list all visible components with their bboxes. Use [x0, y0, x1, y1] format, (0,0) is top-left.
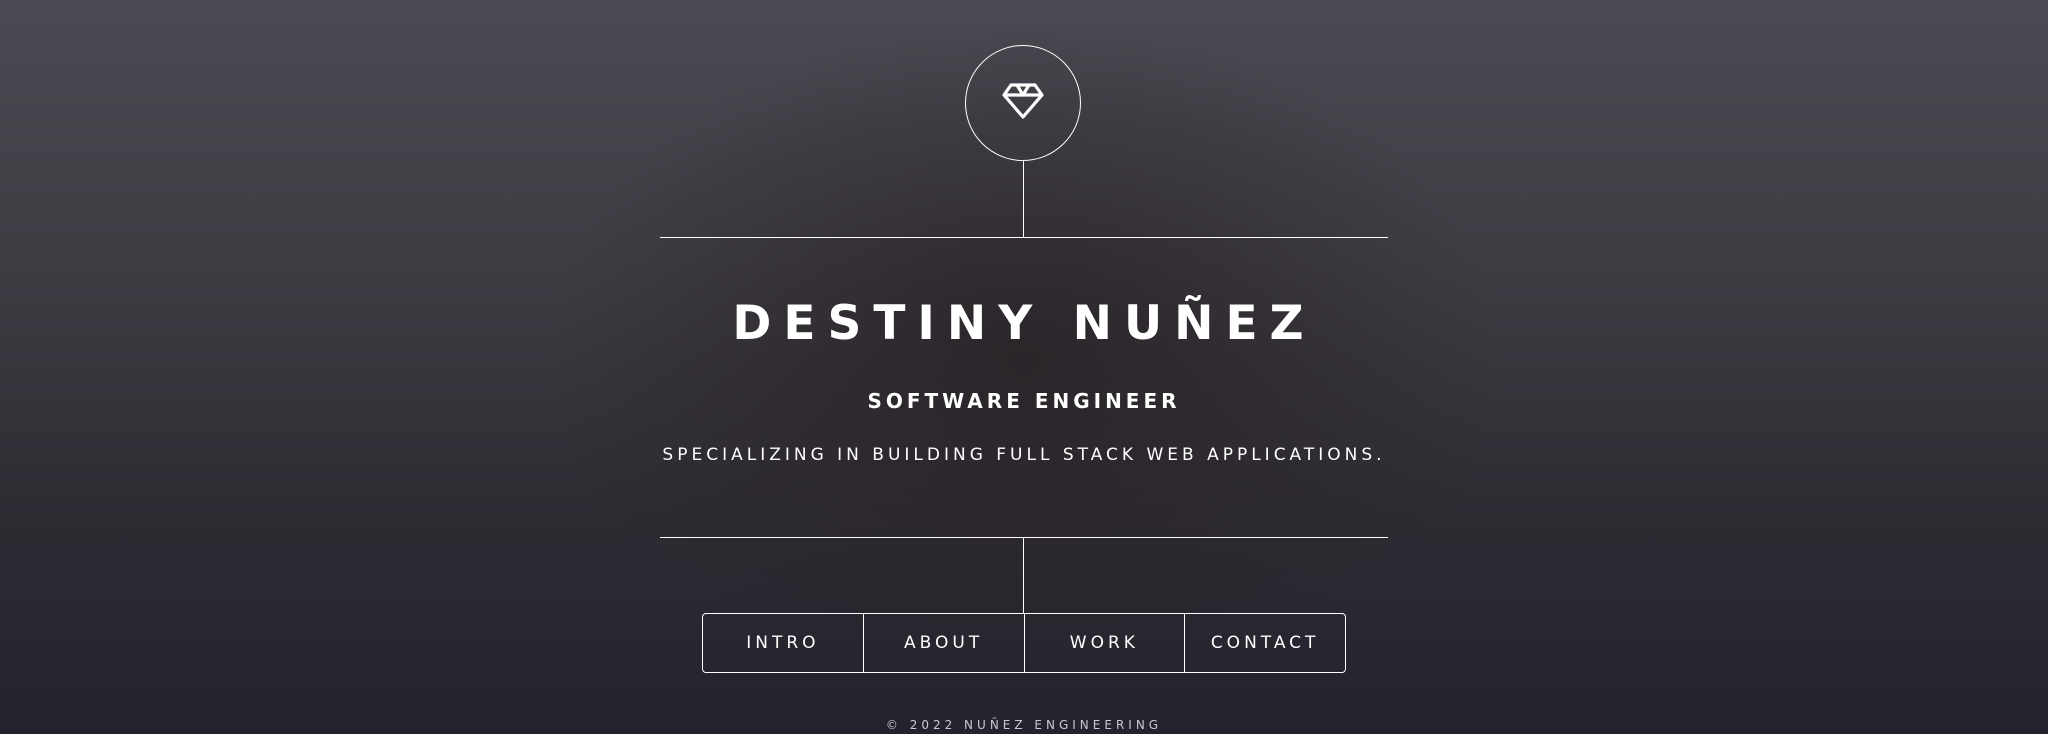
diamond-icon [1001, 81, 1045, 125]
tagline: SPECIALIZING IN BUILDING FULL STACK WEB … [662, 445, 1386, 465]
divider-top [660, 237, 1388, 238]
footer-copyright: © 2022 NUÑEZ ENGINEERING [885, 718, 1163, 732]
divider-bottom [660, 537, 1388, 538]
subtitle-role: SOFTWARE ENGINEER [867, 389, 1181, 413]
nav-item-intro[interactable]: INTRO [703, 614, 863, 672]
logo-circle [965, 45, 1081, 161]
connector-line-bottom [1023, 537, 1024, 613]
main-nav: INTRO ABOUT WORK CONTACT [702, 613, 1346, 673]
page-title: DESTINY NUÑEZ [732, 296, 1316, 351]
connector-line-top [1023, 161, 1024, 237]
nav-item-contact[interactable]: CONTACT [1184, 614, 1345, 672]
nav-item-about[interactable]: ABOUT [862, 614, 1024, 672]
nav-item-work[interactable]: WORK [1023, 614, 1185, 672]
